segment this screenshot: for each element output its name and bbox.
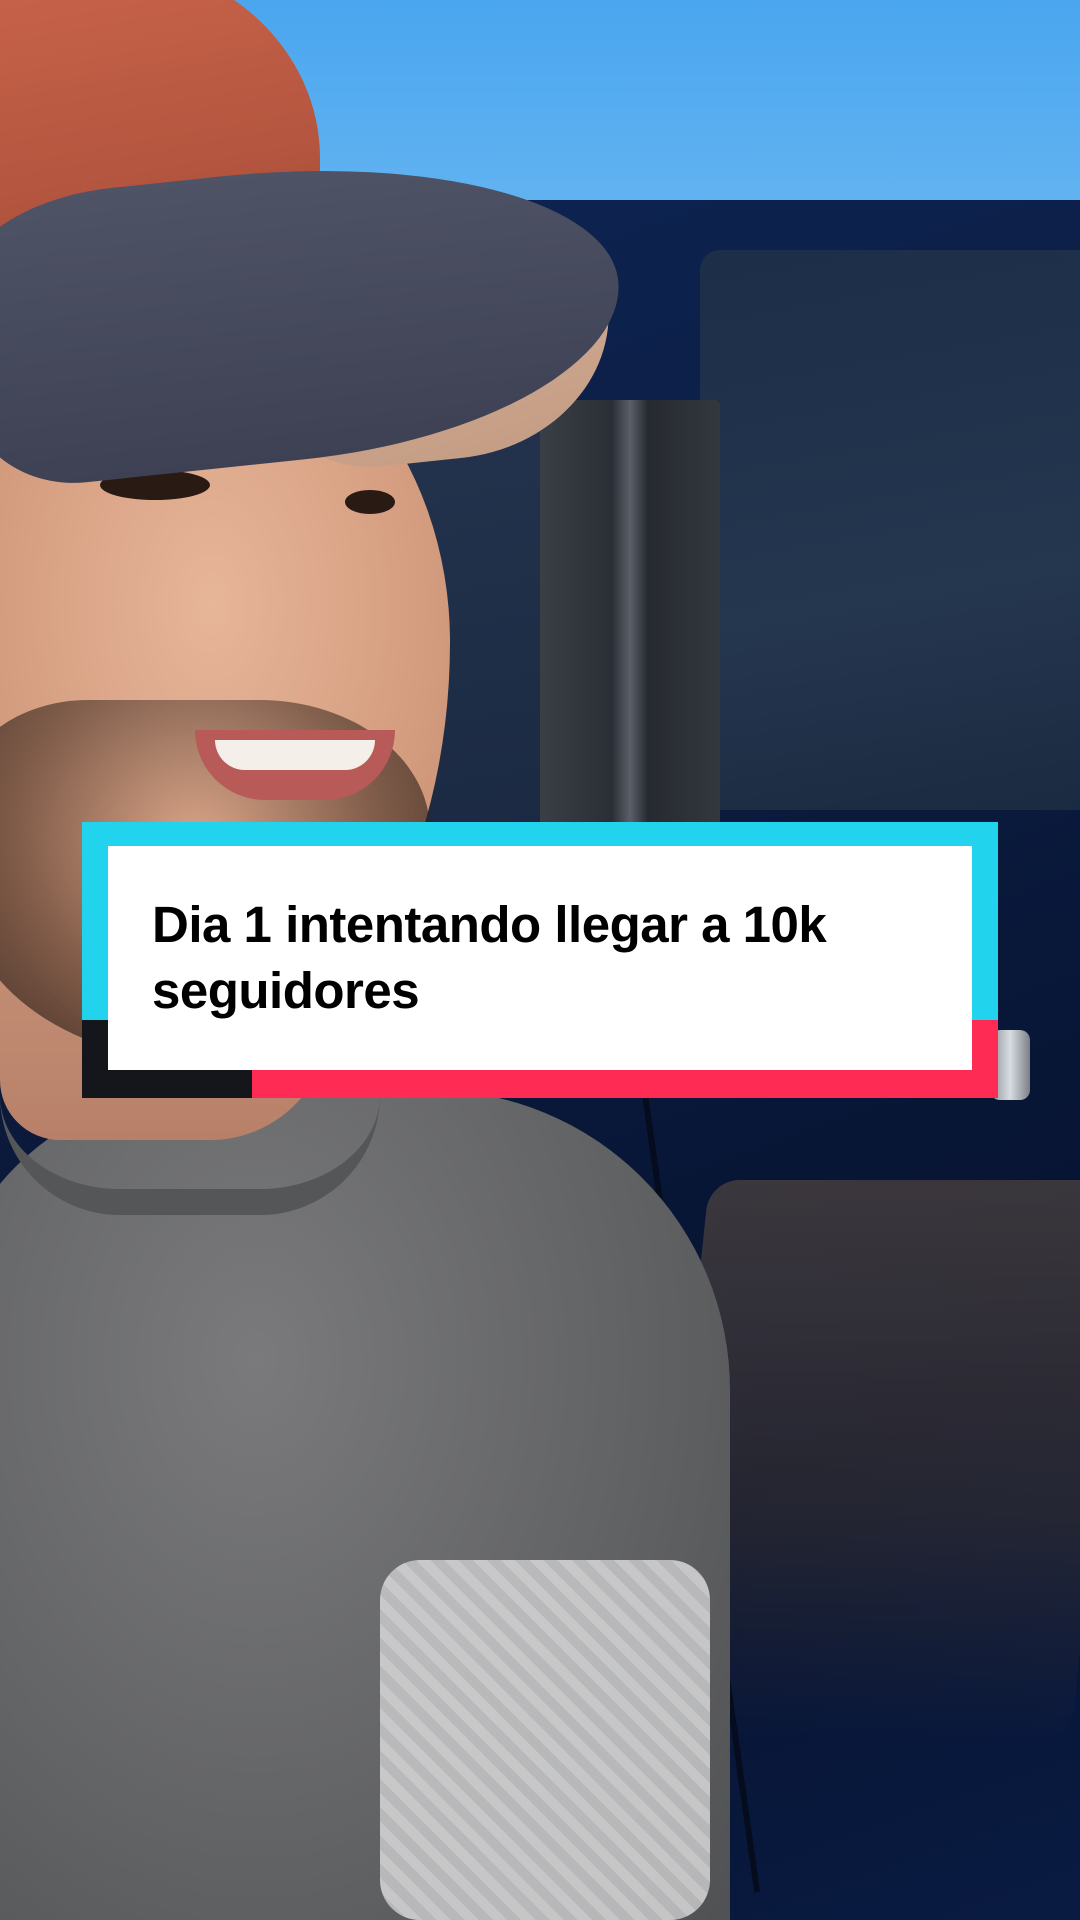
truck-door-pillar bbox=[540, 400, 720, 830]
person-eye-far bbox=[345, 490, 395, 514]
caption-sticker: Dia 1 intentando llegar a 10k seguidores bbox=[82, 822, 998, 1098]
video-frame: Dia 1 intentando llegar a 10k seguidores bbox=[0, 0, 1080, 1920]
shirt-graphic bbox=[380, 1560, 710, 1920]
caption-card: Dia 1 intentando llegar a 10k seguidores bbox=[108, 846, 972, 1070]
person-teeth bbox=[215, 740, 375, 770]
caption-text: Dia 1 intentando llegar a 10k seguidores bbox=[152, 896, 827, 1019]
truck-rear-window bbox=[700, 250, 1080, 810]
caption-frame-pink-edge bbox=[972, 1020, 998, 1070]
